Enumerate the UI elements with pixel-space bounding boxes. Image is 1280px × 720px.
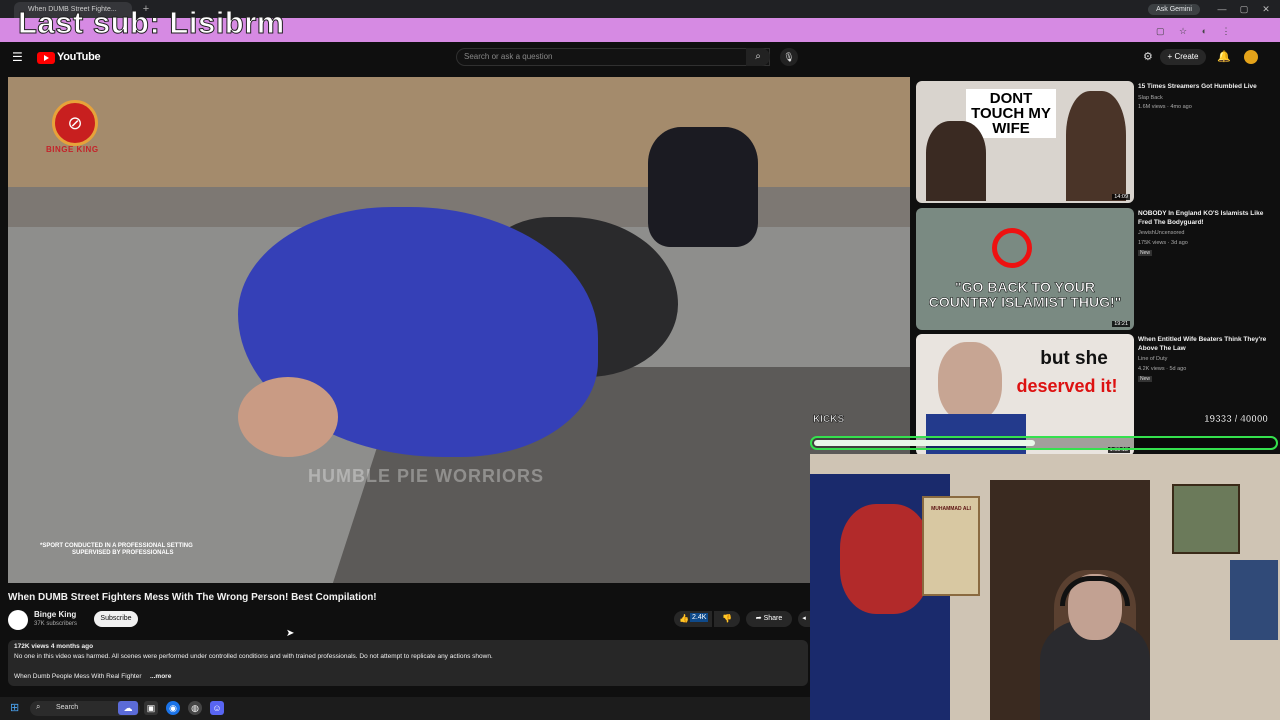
channel-name[interactable]: Binge King: [34, 610, 76, 619]
rec-title[interactable]: When Entitled Wife Beaters Think They're…: [1138, 336, 1274, 354]
rec-meta: 175K views · 3d ago: [1138, 240, 1188, 246]
webcam-poster-right: [1172, 484, 1240, 554]
create-label: Create: [1174, 52, 1199, 61]
discord-icon[interactable]: ☺: [210, 701, 224, 715]
webcam-flag-graphic: [840, 504, 930, 614]
account-avatar[interactable]: [1244, 50, 1258, 64]
rec-duration: 14:09: [1112, 194, 1130, 200]
rec-title[interactable]: NOBODY In England KO'S Islamists Like Fr…: [1138, 210, 1274, 228]
channel-avatar[interactable]: [8, 610, 28, 630]
video-background-wall: [8, 77, 910, 187]
subscribe-button[interactable]: Subscribe: [94, 611, 138, 627]
thumbnail-person: [938, 342, 1002, 422]
cast-icon[interactable]: ⚙: [1143, 50, 1153, 63]
youtube-logo-text[interactable]: YouTube: [57, 51, 101, 63]
minimize-button[interactable]: —: [1212, 3, 1232, 15]
last-sub-text: Last sub: Lisibrm: [18, 5, 285, 40]
rec-meta: 1.6M views · 4mo ago: [1138, 104, 1192, 110]
webcam-feed: MUHAMMAD ALI: [810, 454, 1280, 720]
video-watermark: HUMBLE PIE WORRIORS: [308, 466, 545, 486]
description-more-link[interactable]: ...more: [150, 673, 171, 680]
rec-channel[interactable]: Line of Duty: [1138, 356, 1167, 362]
task-view-icon[interactable]: ▣: [144, 701, 158, 715]
taskbar-search-icon: ⌕: [36, 702, 41, 711]
create-button[interactable]: + Create: [1160, 49, 1206, 65]
chrome-icon[interactable]: ◉: [166, 701, 180, 715]
like-count: 2.4K: [690, 613, 709, 622]
hamburger-menu-icon[interactable]: ☰: [12, 50, 26, 64]
video-seated-person: [648, 127, 758, 247]
thumbnail-text: deserved it!: [1016, 376, 1118, 396]
maximize-button[interactable]: ▢: [1234, 3, 1254, 15]
rec-channel[interactable]: Slap Back: [1138, 95, 1163, 101]
rec-meta: 4.2K views · 5d ago: [1138, 366, 1187, 372]
browser-toolbar-icons: ▢ ☆ ◐ ⋮: [1156, 26, 1237, 36]
thumbs-down-icon: 👎: [722, 614, 732, 623]
video-disclaimer-line1: *SPORT CONDUCTED IN A PROFESSIONAL SETTI…: [40, 543, 193, 549]
rec-thumbnail[interactable]: "GO BACK TO YOUR COUNTRY ISLAMIST THUG!"…: [916, 208, 1134, 330]
rec-channel[interactable]: JewishUncensored: [1138, 230, 1184, 236]
thumbnail-highlight-circle: [992, 228, 1032, 268]
search-placeholder: Search or ask a question: [464, 52, 553, 61]
close-button[interactable]: ✕: [1256, 3, 1276, 15]
ask-gemini-button[interactable]: Ask Gemini: [1148, 4, 1200, 15]
kicks-goal-label: KICKS: [813, 414, 845, 426]
search-icon[interactable]: ⌕: [746, 48, 770, 66]
thumbnail-person: [926, 121, 986, 201]
share-label: Share: [763, 615, 783, 622]
video-fighter-head: [238, 377, 338, 457]
mouse-cursor-icon: ➤: [286, 628, 295, 639]
brand-label: BINGE KING: [46, 145, 99, 154]
share-button[interactable]: ➦ Share: [746, 611, 792, 627]
new-badge: New: [1138, 250, 1153, 256]
kicks-goal-count: 19333 / 40000: [1204, 414, 1268, 426]
rec-duration: 19:21: [1112, 321, 1130, 327]
new-badge: New: [1138, 376, 1153, 382]
rec-thumbnail[interactable]: DONT TOUCH MY WIFE 14:09: [916, 81, 1134, 203]
dislike-button[interactable]: 👎: [714, 611, 740, 627]
obs-icon[interactable]: ◍: [188, 701, 202, 715]
description-text: No one in this video was harmed. All sce…: [14, 653, 493, 660]
notifications-bell-icon[interactable]: 🔔: [1217, 50, 1231, 63]
thumbnail-text: but she: [1040, 348, 1108, 369]
thumbs-up-icon: 👍: [679, 614, 689, 623]
microphone-icon[interactable]: 🎙: [780, 48, 798, 66]
youtube-play-icon: [44, 55, 49, 61]
description-text-2: When Dumb People Mess With Real Fighter: [14, 673, 142, 680]
windows-start-icon[interactable]: ⊞: [10, 702, 22, 714]
video-title: When DUMB Street Fighters Mess With The …: [8, 592, 377, 603]
video-disclaimer-line2: SUPERVISED BY PROFESSIONALS: [72, 550, 174, 556]
channel-subscriber-count: 37K subscribers: [34, 621, 78, 627]
taskbar-widget-icon[interactable]: ☁: [118, 701, 138, 715]
description-meta: 172K views 4 months ago: [14, 643, 94, 650]
binge-king-logo-icon: ⊘: [52, 100, 98, 146]
video-player[interactable]: [8, 77, 910, 583]
webcam-poster: MUHAMMAD ALI: [922, 496, 980, 596]
thumbnail-text: "GO BACK TO YOUR COUNTRY ISLAMIST THUG!": [928, 279, 1122, 310]
rec-title[interactable]: 15 Times Streamers Got Humbled Live: [1138, 83, 1274, 92]
kicks-goal-fill: [814, 440, 1035, 446]
thumbnail-person: [1066, 91, 1126, 201]
webcam-poster-right-2: [1230, 560, 1278, 640]
more-actions-button[interactable]: ◂: [798, 611, 810, 627]
